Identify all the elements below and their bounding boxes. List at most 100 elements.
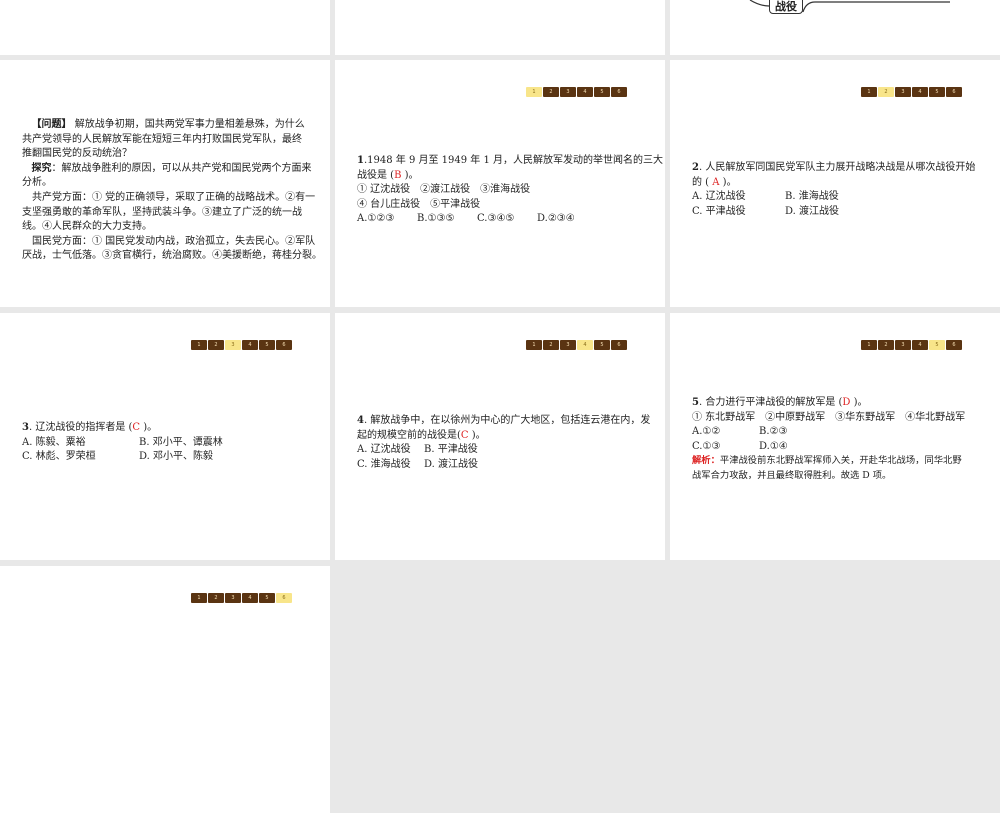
nav-button-4[interactable]: 4 <box>242 593 258 603</box>
intro-text: 【问题】 解放战争初期，国共两党军事力量相差悬殊，为什么 共产党领导的人民解放军… <box>22 118 322 264</box>
slide-question-6[interactable]: 123456 <box>0 566 330 813</box>
nav-button-1[interactable]: 1 <box>526 87 542 97</box>
nav-button-2[interactable]: 2 <box>208 593 224 603</box>
question-2: 2. 人民解放军同国民党军队主力展开战略决战是从哪次战役开始 的 ( A )。 … <box>692 161 975 219</box>
nav-button-2[interactable]: 2 <box>543 87 559 97</box>
question-number: 3 <box>22 422 29 433</box>
slide-intro[interactable]: 【问题】 解放战争初期，国共两党军事力量相差悬殊，为什么 共产党领导的人民解放军… <box>0 60 330 307</box>
question-number: 2 <box>692 162 699 173</box>
question-nav: 123456 <box>526 340 627 350</box>
question-nav: 123456 <box>861 340 962 350</box>
text: )。 <box>140 422 158 433</box>
text: 共产党方面：① 党的正确领导，采取了正确的战略战术。②有一 <box>32 191 316 203</box>
options: ① 辽沈战役 ②渡江战役 ③淮海战役 <box>357 184 531 196</box>
nav-button-4[interactable]: 4 <box>577 340 593 350</box>
nav-button-5[interactable]: 5 <box>929 87 945 97</box>
text: 分析。 <box>22 177 52 189</box>
question-nav: 123456 <box>526 87 627 97</box>
nav-button-1[interactable]: 1 <box>526 340 542 350</box>
nav-button-6[interactable]: 6 <box>611 340 627 350</box>
question-nav: 123456 <box>191 593 292 603</box>
nav-button-4[interactable]: 4 <box>242 340 258 350</box>
text: . 人民解放军同国民党军队主力展开战略决战是从哪次战役开始 <box>698 162 976 173</box>
question-number: 1 <box>357 155 364 166</box>
question-nav: 123456 <box>191 340 292 350</box>
question-number: 5 <box>692 397 699 408</box>
text: 国民党方面：① 国民党发动内战，政治孤立，失去民心。②军队 <box>32 235 316 247</box>
slide-question-3[interactable]: 123456 3. 辽沈战役的指挥者是 (C )。 A. 陈毅、粟裕 B. 邓小平… <box>0 313 330 560</box>
explore-label: 探究 <box>31 162 52 174</box>
nav-button-6[interactable]: 6 <box>946 87 962 97</box>
nav-button-4[interactable]: 4 <box>577 87 593 97</box>
nav-button-4[interactable]: 4 <box>912 87 928 97</box>
analysis-label: 解析： <box>692 455 720 467</box>
nav-button-3[interactable]: 3 <box>560 87 576 97</box>
choice-d: D. 渡江战役 <box>424 458 479 470</box>
analysis-text: 平津战役前东北野战军挥师入关，开赴华北战场，同华北野 <box>719 455 962 467</box>
text: . 合力进行平津战役的解放军是 ( <box>698 397 843 408</box>
nav-button-6[interactable]: 6 <box>276 340 292 350</box>
nav-button-5[interactable]: 5 <box>259 340 275 350</box>
nav-button-5[interactable]: 5 <box>259 593 275 603</box>
text: )。 <box>850 397 868 408</box>
choice-a: A.①②③ <box>357 213 395 225</box>
question-1: 1.1948 年 9 月至 1949 年 1 月，人民解放军发动的举世闻名的三大… <box>357 154 663 227</box>
nav-button-6[interactable]: 6 <box>276 593 292 603</box>
choice-c: C. 平津战役 <box>692 205 746 217</box>
analysis-text: 战军合力攻敌，并且最终取得胜利。故选 D 项。 <box>692 469 892 481</box>
nav-button-5[interactable]: 5 <box>929 340 945 350</box>
text: 起的规模空前的战役是( <box>357 429 461 441</box>
text: 的 ( <box>692 176 713 188</box>
nav-button-5[interactable]: 5 <box>594 87 610 97</box>
question-number: 4 <box>357 415 364 426</box>
nav-button-2[interactable]: 2 <box>208 340 224 350</box>
options: ① 东北野战军 ②中原野战军 ③华东野战军 ④华北野战军 <box>692 411 966 423</box>
choice-d: D. 邓小平、陈毅 <box>139 451 214 463</box>
choice-a: A.①② <box>692 426 721 438</box>
nav-button-2[interactable]: 2 <box>543 340 559 350</box>
slide-question-1[interactable]: 123456 1.1948 年 9 月至 1949 年 1 月，人民解放军发动的… <box>335 60 665 307</box>
nav-button-1[interactable]: 1 <box>191 593 207 603</box>
text: )。 <box>401 169 419 181</box>
nav-button-2[interactable]: 2 <box>878 340 894 350</box>
choice-c: C.①③ <box>692 440 721 452</box>
nav-button-1[interactable]: 1 <box>861 87 877 97</box>
text: )。 <box>468 429 486 441</box>
mind-map-node: 渡江 战役 <box>769 0 803 14</box>
answer: C <box>132 422 141 433</box>
slide-top-right[interactable]: 渡江 战役 <box>670 0 1000 55</box>
text: .1948 年 9 月至 1949 年 1 月，人民解放军发动的举世闻名的三大 <box>363 155 664 166</box>
choice-b: B. 平津战役 <box>424 444 478 456</box>
nav-button-3[interactable]: 3 <box>225 340 241 350</box>
text: )。 <box>719 176 737 188</box>
text: 解放战争初期，国共两党军事力量相差悬殊，为什么 <box>71 119 305 130</box>
nav-button-3[interactable]: 3 <box>895 340 911 350</box>
answer: C <box>460 429 469 441</box>
node-text: 战役 <box>775 0 797 13</box>
choice-c: C.③④⑤ <box>477 213 515 225</box>
choice-b: B. 邓小平、谭震林 <box>139 436 223 448</box>
nav-button-3[interactable]: 3 <box>225 593 241 603</box>
question-3: 3. 辽沈战役的指挥者是 (C )。 A. 陈毅、粟裕 B. 邓小平、谭震林 C.… <box>22 421 223 465</box>
nav-button-6[interactable]: 6 <box>946 340 962 350</box>
options: ④ 台儿庄战役 ⑤平津战役 <box>357 198 481 210</box>
nav-button-1[interactable]: 1 <box>191 340 207 350</box>
slide-question-5[interactable]: 123456 5. 合力进行平津战役的解放军是 (D )。 ① 东北野战军 ②中… <box>670 313 1000 560</box>
slide-question-2[interactable]: 123456 2. 人民解放军同国民党军队主力展开战略决战是从哪次战役开始 的 … <box>670 60 1000 307</box>
nav-button-4[interactable]: 4 <box>912 340 928 350</box>
nav-button-1[interactable]: 1 <box>861 340 877 350</box>
text: 共产党领导的人民解放军能在短短三年内打败国民党军队，最终 <box>22 133 302 145</box>
question-5: 5. 合力进行平津战役的解放军是 (D )。 ① 东北野战军 ②中原野战军 ③华… <box>692 396 965 484</box>
text: ：解放战争胜利的原因，可以从共产党和国民党两个方面来 <box>51 162 312 174</box>
nav-button-6[interactable]: 6 <box>611 87 627 97</box>
choice-d: D.①④ <box>759 440 788 452</box>
slide-top-left[interactable] <box>0 0 330 55</box>
nav-button-5[interactable]: 5 <box>594 340 610 350</box>
choice-a: A. 辽沈战役 <box>357 444 411 456</box>
nav-button-3[interactable]: 3 <box>895 87 911 97</box>
nav-button-3[interactable]: 3 <box>560 340 576 350</box>
choice-d: D. 渡江战役 <box>785 205 840 217</box>
slide-question-4[interactable]: 123456 4. 解放战争中，在以徐州为中心的广大地区，包括连云港在内，发 起… <box>335 313 665 560</box>
nav-button-2[interactable]: 2 <box>878 87 894 97</box>
slide-top-middle[interactable] <box>335 0 665 55</box>
